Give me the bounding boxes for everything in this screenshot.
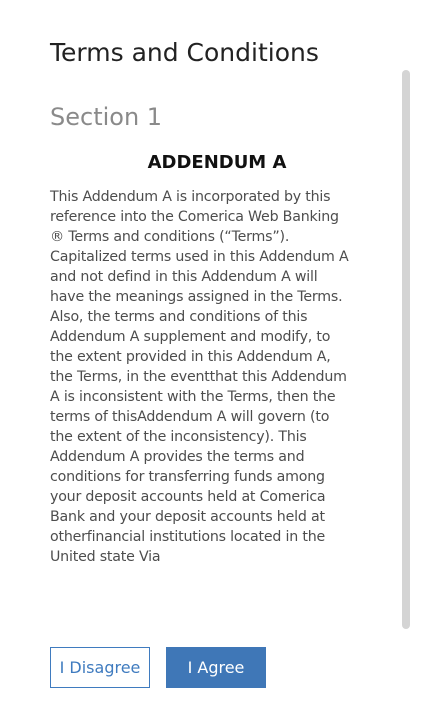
disagree-button[interactable]: I Disagree: [50, 647, 150, 688]
section-title: Section 1: [50, 103, 163, 131]
page-title: Terms and Conditions: [50, 38, 319, 67]
agree-button[interactable]: I Agree: [166, 647, 266, 688]
scrollbar[interactable]: [402, 70, 410, 629]
addendum-body-text: This Addendum A is incorporated by this …: [50, 189, 349, 565]
addendum-heading: ADDENDUM A: [147, 152, 287, 173]
